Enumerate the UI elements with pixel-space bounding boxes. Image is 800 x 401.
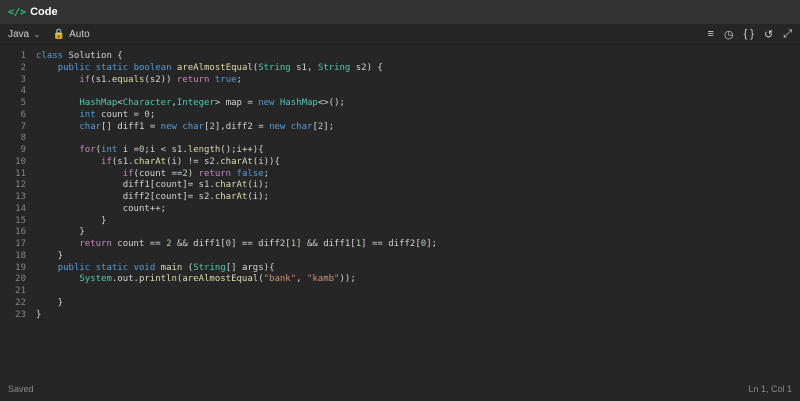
code-line[interactable]: 14 count++; xyxy=(0,204,800,216)
chevron-down-icon: ⌄ xyxy=(33,28,41,39)
line-number: 22 xyxy=(15,297,26,308)
code-editor[interactable]: 1 class Solution { 2 public static boolean… xyxy=(0,48,800,377)
line-number: 13 xyxy=(15,192,26,202)
code-text: } xyxy=(36,250,64,261)
line-number: 21 xyxy=(15,286,26,296)
bookmark-icon[interactable]: ◷ xyxy=(724,28,734,41)
braces-icon[interactable]: { } xyxy=(744,28,754,40)
code-line[interactable]: 22 } xyxy=(0,298,800,310)
code-icon: </> xyxy=(8,6,27,18)
code-text: char[] diff1 = new char[2],diff2 = new c… xyxy=(79,121,335,132)
line-number: 9 xyxy=(20,145,26,155)
code-text: if(count ==2) return false; xyxy=(122,168,270,179)
line-number: 2 xyxy=(20,62,26,73)
code-text: } xyxy=(36,297,64,308)
line-number: 1 xyxy=(20,51,26,61)
code-line[interactable]: 12 diff1[count]= s1.charAt(i); xyxy=(0,180,800,192)
line-number: 8 xyxy=(20,133,26,144)
code-line[interactable]: 9 for(int i =0;i < s1.length();i++){ xyxy=(0,145,800,157)
code-line[interactable]: 1 class Solution { xyxy=(0,51,800,63)
line-number: 17 xyxy=(15,239,26,249)
line-number: 18 xyxy=(15,250,26,261)
line-number: 4 xyxy=(20,86,26,97)
line-number: 6 xyxy=(20,109,26,120)
code-line[interactable]: 6 int count = 0; xyxy=(0,110,800,122)
editor-panel: Java ⌄ 🔒 Auto ≡ ◷ { } ↺ ⤢ 1 class Solutio… xyxy=(0,24,800,401)
code-line[interactable]: 23} xyxy=(0,310,800,322)
status-bar: Saved Ln 1, Col 1 xyxy=(0,377,800,401)
format-icon[interactable]: ≡ xyxy=(708,28,714,40)
line-number: 14 xyxy=(15,203,26,214)
code-line[interactable]: 13 diff2[count]= s2.charAt(i); xyxy=(0,192,800,204)
line-number: 20 xyxy=(15,274,26,285)
code-line[interactable]: 4 xyxy=(0,86,800,98)
code-text: } xyxy=(36,215,107,226)
line-number: 23 xyxy=(15,309,26,320)
code-line[interactable]: 19 public static void main (String[] arg… xyxy=(0,263,800,275)
code-text: public static boolean areAlmostEqual(Str… xyxy=(57,62,383,73)
code-line[interactable]: 5 HashMap<Character,Integer> map = new H… xyxy=(0,98,800,110)
lock-icon: 🔒 xyxy=(52,28,66,40)
line-number: 10 xyxy=(15,156,26,167)
line-number: 11 xyxy=(15,168,26,179)
code-line[interactable]: 20 System.out.println(areAlmostEqual("ba… xyxy=(0,274,800,286)
code-text: int count = 0; xyxy=(79,109,156,120)
code-line[interactable]: 10 if(s1.charAt(i) != s2.charAt(i)){ xyxy=(0,157,800,169)
cursor-position: Ln 1, Col 1 xyxy=(748,384,792,394)
language-select[interactable]: Java ⌄ xyxy=(8,29,41,40)
code-text: if(s1.charAt(i) != s2.charAt(i)){ xyxy=(101,156,280,167)
code-line[interactable]: 15 } xyxy=(0,216,800,228)
code-text: System.out.println(areAlmostEqual("bank"… xyxy=(79,274,356,285)
line-number: 7 xyxy=(20,121,26,132)
auto-mode-toggle[interactable]: 🔒 Auto xyxy=(53,29,90,40)
code-line[interactable]: 3 if(s1.equals(s2)) return true; xyxy=(0,75,800,87)
code-line[interactable]: 18 } xyxy=(0,251,800,263)
line-number: 15 xyxy=(15,215,26,226)
expand-icon[interactable]: ⤢ xyxy=(783,28,792,41)
line-number: 3 xyxy=(20,74,26,85)
code-line[interactable]: 8 xyxy=(0,133,800,145)
code-text: } xyxy=(36,227,85,238)
editor-toolbar: Java ⌄ 🔒 Auto ≡ ◷ { } ↺ ⤢ xyxy=(0,24,800,45)
code-text: public static void main (String[] args){ xyxy=(57,262,275,273)
line-number: 19 xyxy=(15,262,26,273)
code-text: class Solution { xyxy=(36,51,123,61)
line-number: 16 xyxy=(15,227,26,238)
code-text: diff2[count]= s2.charAt(i); xyxy=(36,192,270,202)
code-line[interactable]: 2 public static boolean areAlmostEqual(S… xyxy=(0,63,800,75)
code-text: return count == 2 && diff1[0] == diff2[1… xyxy=(79,239,438,249)
code-line[interactable]: 7 char[] diff1 = new char[2],diff2 = new… xyxy=(0,122,800,134)
window-title: Code xyxy=(30,6,58,18)
code-line[interactable]: 11 if(count ==2) return false; xyxy=(0,169,800,181)
code-text: HashMap<Character,Integer> map = new Has… xyxy=(79,98,345,108)
code-line[interactable]: 16 } xyxy=(0,227,800,239)
code-text: for(int i =0;i < s1.length();i++){ xyxy=(79,145,264,155)
window-header: </> Code xyxy=(0,0,800,24)
line-number: 5 xyxy=(20,98,26,108)
auto-mode-label: Auto xyxy=(69,28,90,40)
code-line[interactable]: 17 return count == 2 && diff1[0] == diff… xyxy=(0,239,800,251)
code-text: if(s1.equals(s2)) return true; xyxy=(79,74,242,85)
code-line[interactable]: 21 xyxy=(0,286,800,298)
save-status: Saved xyxy=(8,384,34,394)
code-text: count++; xyxy=(36,203,167,214)
language-label: Java xyxy=(8,28,30,40)
line-number: 12 xyxy=(15,180,26,191)
code-text: diff1[count]= s1.charAt(i); xyxy=(36,180,270,191)
code-text: } xyxy=(36,309,42,320)
reset-icon[interactable]: ↺ xyxy=(764,28,773,41)
